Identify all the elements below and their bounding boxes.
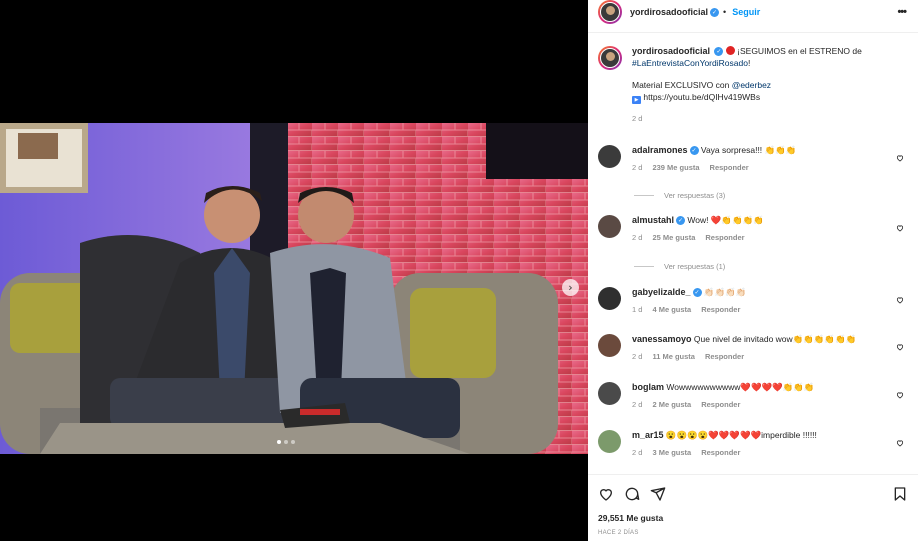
- post-photo[interactable]: [0, 123, 588, 454]
- reply-button[interactable]: Responder: [701, 400, 740, 409]
- view-replies-button[interactable]: Ver respuestas (3): [634, 191, 725, 200]
- heart-icon[interactable]: [896, 291, 904, 304]
- comment-likes[interactable]: 25 Me gusta: [652, 233, 695, 242]
- carousel-dot: [277, 440, 281, 444]
- caption-exclaim: !: [747, 57, 751, 68]
- comment-username[interactable]: boglam: [632, 382, 664, 392]
- comment-avatar[interactable]: [598, 382, 621, 405]
- caption-line-3: Material EXCLUSIVO con: [632, 80, 730, 90]
- comment-avatar[interactable]: [598, 215, 621, 238]
- carousel-dots: [277, 440, 295, 444]
- author-username[interactable]: yordirosadooficial: [630, 7, 708, 17]
- carousel-dot: [291, 440, 295, 444]
- comment-likes[interactable]: 11 Me gusta: [652, 352, 695, 361]
- heart-icon[interactable]: [896, 338, 904, 351]
- post-sidebar: yordirosadooficial ✓ • Seguir ••• yordir…: [588, 0, 918, 541]
- caption-line-1: ¡SEGUIMOS en el ESTRENO de: [737, 46, 862, 56]
- reply-button[interactable]: Responder: [705, 352, 744, 361]
- comment-username[interactable]: almustahl: [632, 215, 674, 225]
- comment-time: 2 d: [632, 400, 643, 409]
- caption-link-row: ▶ https://youtu.be/dQIHv419WBs: [632, 92, 900, 104]
- comment-text: Wowwwwwwwwww❤️❤️❤️❤️👏👏👏: [666, 382, 815, 392]
- post-header: yordirosadooficial ✓ • Seguir •••: [588, 0, 918, 24]
- verified-icon: ✓: [692, 288, 702, 298]
- comment-likes[interactable]: 4 Me gusta: [652, 305, 691, 314]
- comment-time: 2 d: [632, 448, 643, 457]
- red-circle-icon: [725, 46, 735, 55]
- comment-item: m_ar15 😮😮😮😮❤️❤️❤️❤️❤️imperdible !!!!!! 2 …: [598, 430, 908, 457]
- separator-dot: •: [723, 7, 727, 17]
- comment-avatar[interactable]: [598, 430, 621, 453]
- comment-item: almustahl ✓ Wow! ❤️👏👏👏👏 2 d 25 Me gusta Resp…: [598, 215, 908, 242]
- post-caption: yordirosadooficial ✓ ¡SEGUIMOS en el EST…: [598, 46, 904, 124]
- caption-time: 2 d: [632, 113, 643, 123]
- comment-likes[interactable]: 3 Me gusta: [652, 448, 691, 457]
- comment-icon[interactable]: [624, 486, 640, 502]
- carousel-dot: [284, 440, 288, 444]
- comment-time: 2 d: [632, 352, 643, 361]
- likes-count[interactable]: 29,551 Me gusta: [598, 513, 663, 523]
- heart-icon[interactable]: [896, 219, 904, 232]
- comment-username[interactable]: adalramones: [632, 145, 688, 155]
- reply-button[interactable]: Responder: [701, 448, 740, 457]
- comment-username[interactable]: gabyelizalde_: [632, 287, 691, 297]
- reply-button[interactable]: Responder: [705, 233, 744, 242]
- view-replies-button[interactable]: Ver respuestas (1): [634, 262, 725, 271]
- comment-likes[interactable]: 239 Me gusta: [652, 163, 699, 172]
- header-divider: [588, 32, 918, 33]
- view-replies-label: Ver respuestas (1): [664, 262, 726, 271]
- caption-link[interactable]: https://youtu.be/dQIHv419WBs: [643, 92, 760, 102]
- verified-icon: ✓: [710, 7, 720, 17]
- reply-button[interactable]: Responder: [710, 163, 749, 172]
- comment-avatar[interactable]: [598, 334, 621, 357]
- bookmark-icon[interactable]: [892, 486, 908, 502]
- comment-time: 2 d: [632, 233, 643, 242]
- follow-button[interactable]: Seguir: [732, 7, 760, 17]
- caption-avatar[interactable]: [598, 46, 622, 70]
- caption-text: yordirosadooficial ✓ ¡SEGUIMOS en el EST…: [632, 46, 900, 69]
- comment-avatar[interactable]: [598, 145, 621, 168]
- author-avatar[interactable]: [598, 0, 622, 24]
- comment-text: Wow! ❤️👏👏👏👏: [687, 215, 764, 225]
- comment-avatar[interactable]: [598, 287, 621, 310]
- caption-hashtag[interactable]: #LaEntrevistaConYordiRosado: [632, 58, 748, 68]
- play-button-icon: ▶: [632, 95, 641, 104]
- comment-item: vanessamoyo Que nivel de invitado wow👏👏👏…: [598, 334, 908, 361]
- replies-line: [634, 266, 654, 267]
- caption-mention[interactable]: @ederbez: [732, 80, 771, 90]
- media-pane: ›: [0, 0, 588, 541]
- chevron-right-icon: ›: [568, 281, 573, 294]
- caption-username[interactable]: yordirosadooficial: [632, 46, 710, 56]
- verified-icon: ✓: [689, 146, 699, 156]
- replies-line: [634, 195, 654, 196]
- view-replies-label: Ver respuestas (3): [664, 191, 726, 200]
- heart-icon[interactable]: [896, 386, 904, 399]
- comment-time: 2 d: [632, 163, 643, 172]
- heart-icon[interactable]: [896, 149, 904, 162]
- comment-username[interactable]: vanessamoyo: [632, 334, 692, 344]
- reply-button[interactable]: Responder: [701, 305, 740, 314]
- comment-time: 1 d: [632, 305, 643, 314]
- comment-item: gabyelizalde_ ✓ 👏🏻👏🏻👏🏻👏🏻 1 d 4 Me gusta Resp…: [598, 287, 908, 314]
- comment-text: Que nivel de invitado wow👏👏👏👏👏👏: [693, 334, 857, 344]
- posted-ago: HACE 2 DÍAS: [598, 530, 639, 536]
- comment-username[interactable]: m_ar15: [632, 430, 664, 440]
- verified-icon: ✓: [714, 47, 724, 57]
- carousel-next-button[interactable]: ›: [562, 279, 579, 296]
- post-photo-illustration: [0, 123, 588, 454]
- verified-icon: ✓: [676, 216, 686, 226]
- comment-item: adalramones ✓ Vaya sorpresa!!! 👏👏👏 2 d 239 …: [598, 145, 908, 172]
- comment-text: Vaya sorpresa!!! 👏👏👏: [700, 145, 797, 155]
- more-icon[interactable]: •••: [897, 6, 907, 18]
- share-icon[interactable]: [650, 486, 666, 502]
- comment-likes[interactable]: 2 Me gusta: [652, 400, 691, 409]
- post-actions: [598, 486, 908, 502]
- comment-text: 😮😮😮😮❤️❤️❤️❤️❤️imperdible !!!!!!: [665, 430, 817, 440]
- heart-icon[interactable]: [896, 434, 904, 447]
- actions-divider: [588, 474, 918, 475]
- caption-material: Material EXCLUSIVO con @ederbez: [632, 80, 900, 92]
- comment-item: boglam Wowwwwwwwwww❤️❤️❤️❤️👏👏👏 2 d 2 Me gu…: [598, 382, 908, 409]
- heart-icon[interactable]: [598, 486, 614, 502]
- comment-text: 👏🏻👏🏻👏🏻👏🏻: [703, 287, 747, 297]
